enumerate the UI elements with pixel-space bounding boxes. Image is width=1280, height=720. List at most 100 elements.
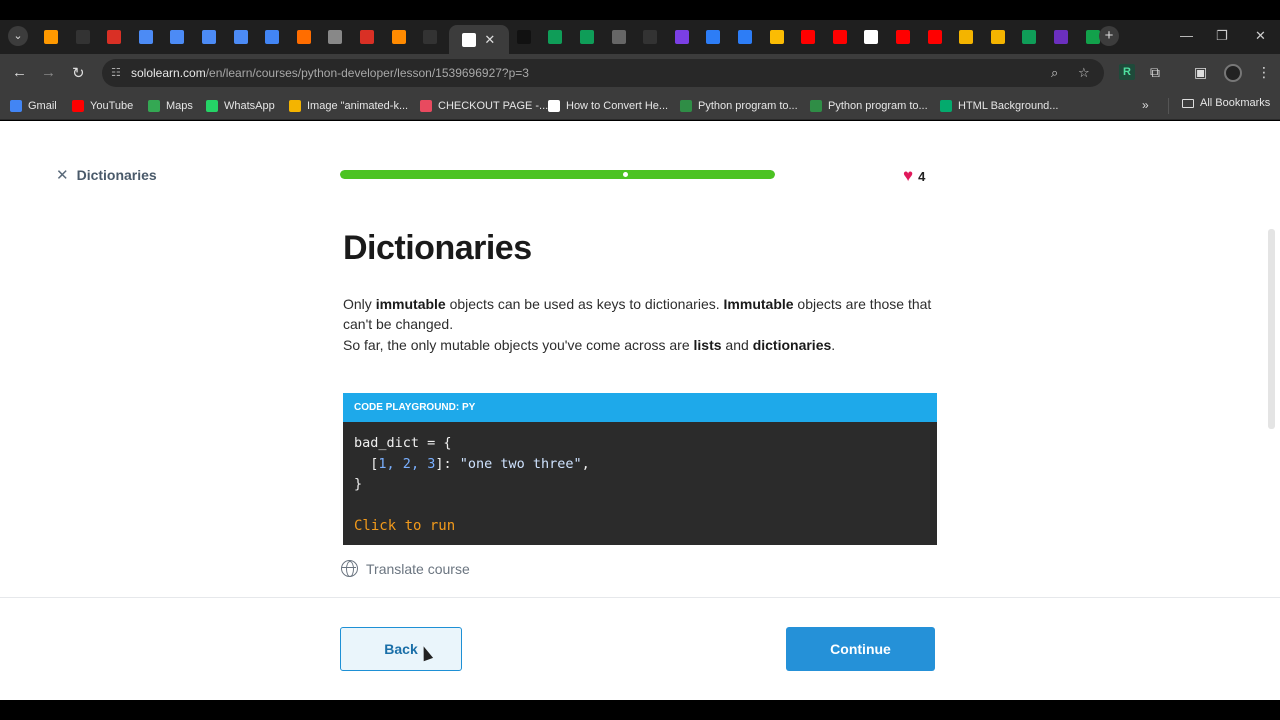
bookmark-star-icon[interactable]: ☆ (1078, 65, 1090, 81)
bookmark-favicon-icon (206, 100, 218, 112)
browser-tab[interactable] (764, 25, 790, 49)
browser-tab[interactable] (196, 25, 222, 49)
extensions-icon[interactable]: ⧉ (1150, 64, 1160, 81)
browser-tab[interactable] (322, 25, 348, 49)
bookmark-label: CHECKOUT PAGE -... (438, 100, 549, 112)
extension-r-icon[interactable]: R (1119, 64, 1135, 80)
tab-search-icon[interactable]: ⌄ (8, 26, 28, 46)
bookmarks-divider (1168, 98, 1169, 114)
tab-favicon-icon (548, 30, 563, 44)
bookmark-favicon-icon (680, 100, 692, 112)
forward-arrow-icon[interactable]: → (41, 64, 56, 81)
browser-tab[interactable] (1016, 25, 1042, 49)
tab-favicon-icon (202, 30, 216, 44)
browser-tab[interactable] (922, 25, 948, 49)
close-icon: ✕ (56, 167, 69, 184)
address-bar[interactable]: ☷ sololearn.com/en/learn/courses/python-… (102, 59, 1104, 87)
run-code-button[interactable]: Click to run (354, 518, 455, 534)
close-tab-icon[interactable]: ✕ (484, 32, 495, 48)
profile-avatar[interactable] (1224, 64, 1242, 82)
bookmark-item[interactable]: YouTube (72, 97, 133, 115)
tab-favicon-icon (738, 30, 752, 44)
bookmark-favicon-icon (148, 100, 160, 112)
tab-favicon-icon (580, 30, 594, 44)
bookmark-item[interactable]: Python program to... (810, 97, 928, 115)
lesson-paragraph-2: So far, the only mutable objects you've … (343, 337, 836, 353)
back-arrow-icon[interactable]: ← (12, 64, 27, 81)
bookmark-item[interactable]: Image "animated-k... (289, 97, 408, 115)
bookmark-label: WhatsApp (224, 100, 275, 112)
bookmark-item[interactable]: Python program to... (680, 97, 798, 115)
browser-tab[interactable] (827, 25, 853, 49)
bookmark-label: Python program to... (828, 100, 928, 112)
browser-tab[interactable] (354, 25, 380, 49)
browser-tab[interactable] (700, 25, 726, 49)
browser-tab[interactable] (953, 25, 979, 49)
tab-favicon-icon (864, 30, 879, 44)
bookmark-label: HTML Background... (958, 100, 1059, 112)
browser-tab[interactable] (70, 25, 96, 49)
browser-tab[interactable] (417, 25, 443, 49)
lesson-paragraph-1: Only immutable objects can be used as ke… (343, 296, 932, 332)
browser-tab[interactable] (291, 25, 317, 49)
page-scrollbar[interactable] (1268, 229, 1275, 429)
tab-favicon-icon (423, 30, 438, 44)
code-playground[interactable]: CODE PLAYGROUND: PY bad_dict = { [1, 2, … (343, 393, 937, 545)
all-bookmarks[interactable]: All Bookmarks (1182, 97, 1270, 109)
bookmark-item[interactable]: HTML Background... (940, 97, 1058, 115)
browser-tab[interactable] (795, 25, 821, 49)
browser-tab[interactable] (542, 25, 568, 49)
browser-tab[interactable] (101, 25, 127, 49)
browser-tab[interactable] (133, 25, 159, 49)
browser-tab[interactable] (732, 25, 758, 49)
tab-favicon-icon (360, 30, 374, 44)
browser-tab[interactable] (386, 25, 412, 49)
tab-favicon-icon (611, 30, 626, 44)
browser-tab[interactable] (574, 25, 600, 49)
back-button[interactable]: Back (340, 627, 462, 671)
browser-tab[interactable] (669, 25, 695, 49)
tab-favicon-icon (896, 30, 910, 44)
active-tab[interactable]: ✕ (448, 25, 509, 54)
close-window-icon[interactable]: ✕ (1255, 28, 1266, 44)
translate-course-button[interactable]: Translate course (341, 560, 470, 577)
browser-tab[interactable] (1048, 25, 1074, 49)
browser-tab[interactable] (858, 25, 884, 49)
lesson-page: ✕ Dictionaries ♥ 4 Dictionaries Only imm… (0, 121, 1280, 700)
tab-favicon-icon (769, 30, 784, 44)
restore-icon[interactable]: ❐ (1216, 28, 1228, 44)
browser-tab[interactable] (511, 25, 537, 49)
minimize-icon[interactable]: — (1180, 28, 1193, 43)
browser-tab[interactable] (164, 25, 190, 49)
code-line-2: [1, 2, 3]: "one two three", (354, 455, 590, 472)
hearts-counter: ♥ 4 (903, 166, 925, 186)
browser-tab[interactable] (259, 25, 285, 49)
url-text[interactable]: sololearn.com/en/learn/courses/python-de… (131, 66, 529, 80)
bookmark-item[interactable]: Maps (148, 97, 193, 115)
menu-kebab-icon[interactable]: ⋮ (1257, 64, 1271, 81)
zoom-icon[interactable]: ⌕ (1051, 65, 1058, 81)
reload-icon[interactable]: ↻ (72, 64, 85, 82)
footer-divider (0, 597, 1280, 598)
heart-icon: ♥ (903, 166, 914, 185)
progress-fill (340, 170, 775, 179)
bookmark-item[interactable]: CHECKOUT PAGE -... (420, 97, 548, 115)
bookmark-item[interactable]: How to Convert He... (548, 97, 668, 115)
tab-favicon-icon (1054, 30, 1068, 44)
browser-tab[interactable] (637, 25, 663, 49)
continue-button[interactable]: Continue (786, 627, 935, 671)
bookmark-item[interactable]: Gmail (10, 97, 57, 115)
browser-tab[interactable] (228, 25, 254, 49)
new-tab-button[interactable]: + (1099, 26, 1119, 46)
side-panel-icon[interactable]: ▣ (1194, 64, 1207, 81)
exit-lesson-button[interactable]: ✕ Dictionaries (56, 166, 157, 184)
browser-tab[interactable] (606, 25, 632, 49)
more-bookmarks-icon[interactable]: » (1142, 98, 1149, 112)
browser-tab[interactable] (38, 25, 64, 49)
browser-tab[interactable] (985, 25, 1011, 49)
bookmark-item[interactable]: WhatsApp (206, 97, 275, 115)
bookmark-favicon-icon (940, 100, 952, 112)
bookmark-favicon-icon (548, 100, 560, 112)
site-info-icon[interactable]: ☷ (111, 66, 121, 79)
browser-tab[interactable] (890, 25, 916, 49)
